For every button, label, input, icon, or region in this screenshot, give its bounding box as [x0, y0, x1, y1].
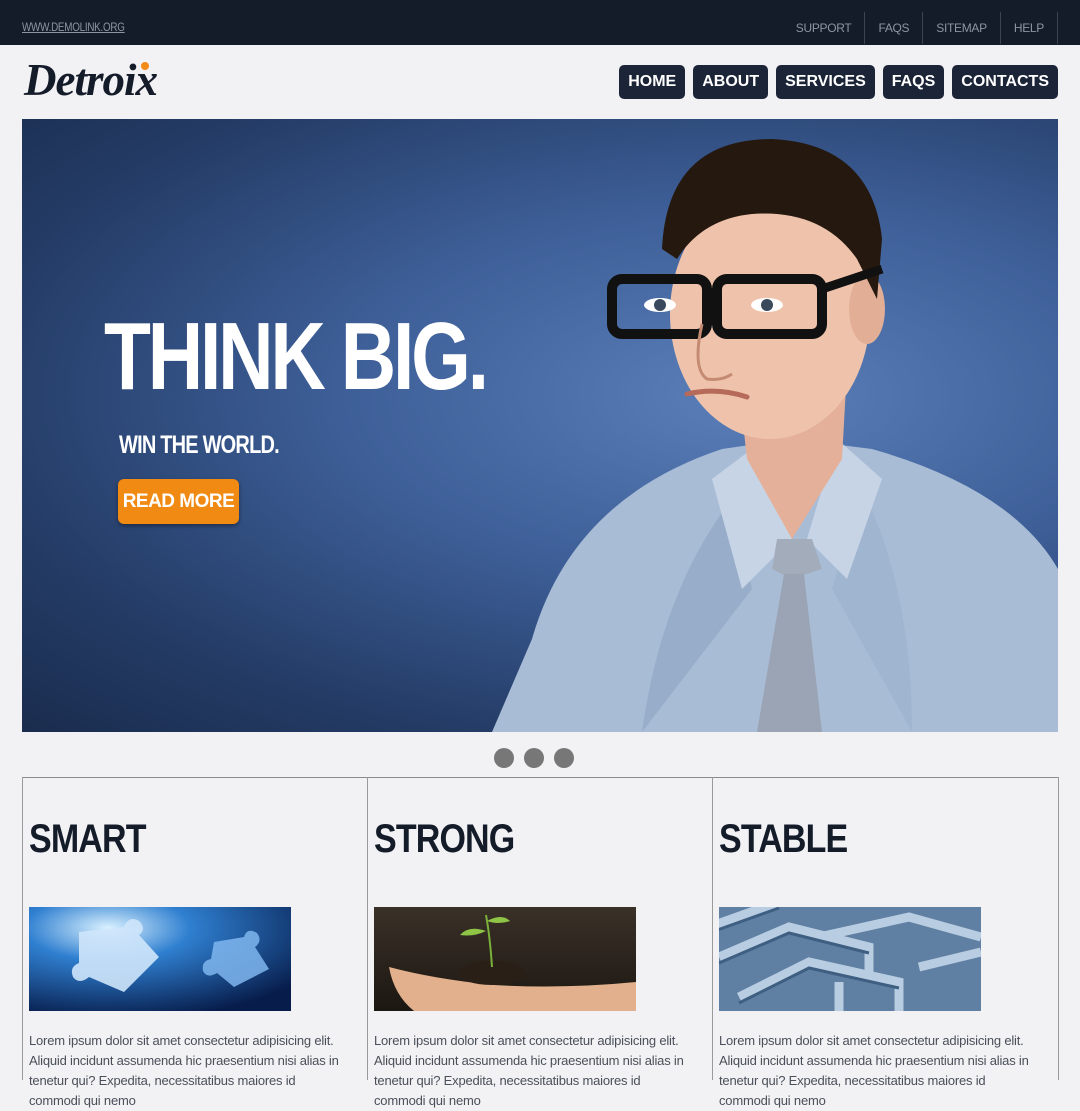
feature-title: STABLE [719, 817, 848, 861]
nav-home-button[interactable]: HOME [619, 65, 686, 99]
feature-title: STRONG [374, 817, 515, 861]
sitemap-link[interactable]: SITEMAP [922, 12, 1000, 44]
top-utility-nav: SUPPORT FAQS SITEMAP HELP [783, 12, 1058, 44]
feature-column-stable: STABLE Lorem ipsum dolor sit amet consec… [712, 777, 1059, 1108]
seedling-hand-image [374, 907, 636, 1011]
slider-dot[interactable] [494, 748, 514, 768]
nav-about-button[interactable]: ABOUT [693, 65, 769, 99]
feature-text: Lorem ipsum dolor sit amet consectetur a… [374, 1033, 684, 1108]
main-nav: HOME ABOUT SERVICES FAQS CONTACTS [619, 65, 1058, 99]
feature-text: Lorem ipsum dolor sit amet consectetur a… [29, 1033, 339, 1108]
logo-accent-dot [141, 62, 149, 70]
feature-column-smart: SMART Lorem ipsum dolor sit amet consect… [22, 777, 368, 1108]
hero-man-photo [492, 139, 1058, 732]
feature-title: SMART [29, 817, 146, 861]
slider-dot[interactable] [554, 748, 574, 768]
puzzle-image [29, 907, 291, 1011]
faqs-top-link[interactable]: FAQS [864, 12, 922, 44]
hero-title: THINK BIG. [104, 303, 489, 410]
nav-faqs-button[interactable]: FAQS [882, 65, 945, 99]
feature-column-strong: STRONG Lorem ipsum dolor sit amet consec… [367, 777, 713, 1108]
top-bar: WWW.DEMOLINK.ORG SUPPORT FAQS SITEMAP HE… [0, 0, 1080, 45]
slider-pagination [494, 748, 574, 768]
site-logo[interactable]: Detroix [24, 54, 158, 106]
nav-services-button[interactable]: SERVICES [776, 65, 875, 99]
read-more-button[interactable]: READ MORE [118, 479, 239, 524]
maze-image [719, 907, 981, 1011]
help-link[interactable]: HELP [999, 12, 1058, 44]
site-url-link[interactable]: WWW.DEMOLINK.ORG [22, 20, 125, 34]
feature-text: Lorem ipsum dolor sit amet consectetur a… [719, 1033, 1029, 1108]
support-link[interactable]: SUPPORT [783, 12, 865, 44]
nav-contacts-button[interactable]: CONTACTS [952, 65, 1058, 99]
hero-subtitle: WIN THE WORLD. [119, 431, 280, 459]
slider-dot[interactable] [524, 748, 544, 768]
hero-slider: THINK BIG. WIN THE WORLD. READ MORE [22, 119, 1058, 732]
